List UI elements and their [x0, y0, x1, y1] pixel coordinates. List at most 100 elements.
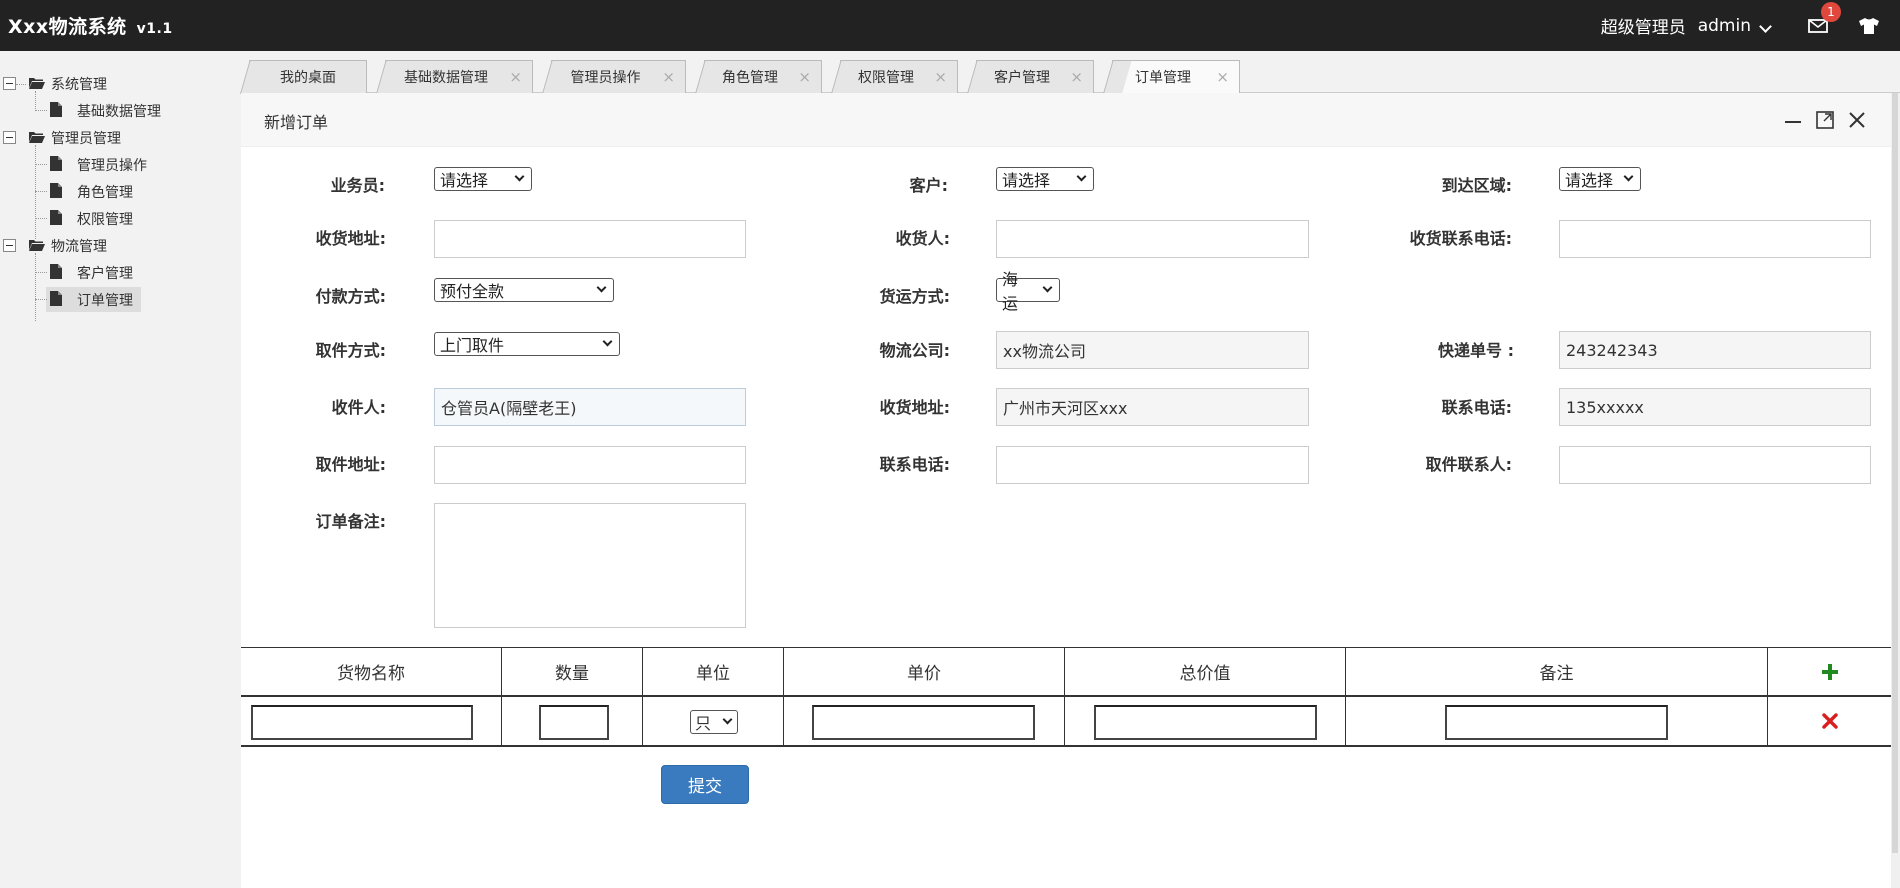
shirt-icon [1859, 17, 1879, 34]
pickup-method-select[interactable]: 上门取件 [434, 332, 620, 356]
panel-title: 新增订单 [264, 113, 329, 132]
close-icon[interactable]: × [509, 68, 522, 86]
receiver-phone-input[interactable] [1559, 220, 1871, 258]
chevron-down-icon [1076, 171, 1087, 182]
plus-icon [1821, 663, 1838, 680]
user-role: 超级管理员 [1600, 18, 1686, 38]
chevron-down-icon [514, 171, 525, 182]
close-icon[interactable]: × [1070, 68, 1083, 86]
sidebar-group-admin[interactable]: 管理员管理 [0, 124, 241, 151]
maximize-icon[interactable] [1816, 111, 1834, 133]
username: admin [1697, 15, 1751, 36]
column-header: 总价值 [1065, 648, 1346, 695]
theme-button[interactable] [1858, 17, 1880, 35]
tracking-number-input[interactable]: 243242343 [1559, 331, 1871, 369]
chevron-down-icon [1042, 282, 1053, 293]
close-icon[interactable]: × [662, 68, 675, 86]
close-icon[interactable]: × [934, 68, 947, 86]
quantity-input[interactable] [539, 705, 609, 740]
sidebar-item-basic-data[interactable]: 基础数据管理 [0, 97, 241, 124]
file-icon [50, 264, 62, 283]
file-icon [50, 183, 62, 202]
receiver-label: 收货人: [895, 229, 950, 248]
customer-select[interactable]: 请选择 [996, 167, 1094, 191]
sidebar-item-roles[interactable]: 角色管理 [0, 178, 241, 205]
sidebar-item-permissions[interactable]: 权限管理 [0, 205, 241, 232]
tab-desktop[interactable]: 我的桌面 [249, 60, 367, 93]
submit-button[interactable]: 提交 [661, 765, 749, 804]
tab-roles[interactable]: 角色管理 × [704, 60, 822, 93]
payment-select[interactable]: 预付全款 [434, 278, 614, 302]
collapse-icon[interactable] [3, 131, 16, 144]
tab-orders[interactable]: 订单管理 × [1112, 60, 1240, 93]
pickup-phone-input[interactable] [996, 446, 1309, 484]
minimize-icon[interactable] [1784, 111, 1802, 133]
collapse-icon[interactable] [3, 77, 16, 90]
delivery-address-label: 收货地址: [879, 398, 950, 417]
sidebar-item-label: 角色管理 [77, 184, 133, 201]
ship-address-input[interactable] [434, 220, 746, 258]
delivery-address-value: 广州市天河区xxx [1003, 399, 1128, 418]
payment-label: 付款方式: [315, 287, 386, 306]
area-select-value: 请选择 [1565, 171, 1614, 190]
goods-name-input[interactable] [251, 705, 473, 740]
pickup-contact-label: 取件联系人: [1425, 455, 1512, 474]
goods-table-header: 货物名称 数量 单位 单价 总价值 备注 [241, 647, 1891, 697]
goods-remark-input[interactable] [1445, 705, 1668, 740]
close-icon[interactable]: × [798, 68, 811, 86]
area-select[interactable]: 请选择 [1559, 167, 1641, 191]
table-row: 只 [241, 697, 1891, 747]
contact-phone-input[interactable]: 135xxxxx [1559, 388, 1871, 426]
logistics-company-input[interactable]: xx物流公司 [996, 331, 1309, 369]
app-brand[interactable]: Xxx物流系统 v1.1 [8, 12, 173, 39]
receiver-input[interactable] [996, 220, 1309, 258]
total-value-cell [1065, 697, 1346, 745]
pickup-method-label: 取件方式: [315, 341, 386, 360]
tab-customers[interactable]: 客户管理 × [976, 60, 1094, 93]
transport-label: 货运方式: [879, 287, 950, 306]
sidebar-item-customers[interactable]: 客户管理 [0, 259, 241, 286]
sidebar-item-orders[interactable]: 订单管理 [0, 286, 241, 313]
sidebar-item-label: 权限管理 [77, 211, 133, 228]
messages-button[interactable]: 1 [1808, 1, 1841, 33]
notification-badge: 1 [1821, 1, 1841, 22]
sidebar-item-admin-ops[interactable]: 管理员操作 [0, 151, 241, 178]
salesman-select[interactable]: 请选择 [434, 167, 532, 191]
close-window-icon[interactable] [1848, 111, 1866, 133]
tab-label: 权限管理 [858, 70, 914, 86]
area-label: 到达区域: [1441, 176, 1512, 195]
tab-basic-data[interactable]: 基础数据管理 × [385, 60, 533, 93]
folder-open-icon [28, 130, 46, 148]
chevron-down-icon [1623, 171, 1634, 182]
close-icon [1821, 713, 1838, 729]
transport-select-value: 海运 [1002, 270, 1019, 313]
ship-address-label: 收货地址: [315, 229, 386, 248]
tab-admin-ops[interactable]: 管理员操作 × [551, 60, 686, 93]
pickup-contact-input[interactable] [1559, 446, 1871, 484]
order-remark-textarea[interactable] [434, 503, 746, 628]
sidebar-group-system[interactable]: 系统管理 [0, 70, 241, 97]
collector-label: 收件人: [331, 398, 386, 417]
transport-select[interactable]: 海运 [996, 270, 1060, 313]
logistics-company-label: 物流公司: [879, 341, 950, 360]
collector-input[interactable]: 仓管员A(隔壁老王) [434, 388, 746, 426]
delete-row-button[interactable] [1768, 697, 1891, 745]
collapse-icon[interactable] [3, 239, 16, 252]
tab-permissions[interactable]: 权限管理 × [840, 60, 958, 93]
add-row-button[interactable] [1768, 648, 1891, 695]
unit-select[interactable]: 只 [690, 710, 738, 734]
total-value-input[interactable] [1094, 705, 1317, 740]
pickup-address-input[interactable] [434, 446, 746, 484]
tab-label: 基础数据管理 [404, 70, 488, 86]
column-header: 单位 [643, 648, 784, 695]
file-icon [50, 210, 62, 229]
tab-label: 订单管理 [1135, 70, 1191, 86]
unit-price-input[interactable] [812, 705, 1035, 740]
receiver-phone-label: 收货联系电话: [1409, 229, 1512, 248]
scrollbar-thumb[interactable] [1892, 93, 1898, 853]
delivery-address-input[interactable]: 广州市天河区xxx [996, 388, 1309, 426]
order-panel: 新增订单 [241, 93, 1891, 888]
close-icon[interactable]: × [1216, 68, 1229, 86]
sidebar-group-logistics[interactable]: 物流管理 [0, 232, 241, 259]
user-menu[interactable]: admin [1697, 15, 1772, 36]
